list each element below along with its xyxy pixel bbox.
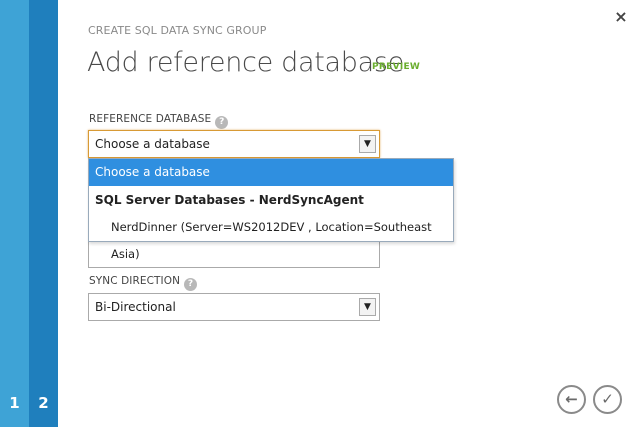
step-1-number[interactable]: 1 — [0, 394, 29, 412]
sync-direction-value: Bi-Directional — [95, 300, 176, 314]
back-arrow-icon[interactable]: ← — [557, 385, 586, 414]
help-icon[interactable]: ? — [215, 116, 229, 129]
wizard-title: CREATE SQL DATA SYNC GROUP — [88, 24, 267, 37]
dropdown-group-label: SQL Server Databases - NerdSyncAgent — [95, 193, 364, 207]
dropdown-option-nerddinner[interactable]: NerdDinner (Server=WS2012DEV , Location=… — [89, 214, 453, 261]
step-2-bar — [29, 0, 58, 427]
sync-direction-select[interactable]: Bi-Directional ▼ — [88, 293, 380, 321]
chevron-down-icon[interactable]: ▼ — [359, 298, 376, 316]
dropdown-option-placeholder[interactable]: Choose a database — [89, 159, 453, 186]
sync-direction-label: SYNC DIRECTION? — [89, 275, 198, 291]
help-icon[interactable]: ? — [184, 278, 198, 291]
sync-direction-label-text: SYNC DIRECTION — [89, 275, 181, 287]
checkmark-icon[interactable]: ✓ — [593, 385, 622, 414]
reference-database-select[interactable]: Choose a database ▼ — [88, 130, 380, 158]
reference-database-label-text: REFERENCE DATABASE — [89, 113, 212, 125]
reference-database-dropdown: Choose a database SQL Server Databases -… — [88, 158, 454, 261]
page-title: Add reference database — [87, 47, 404, 78]
close-icon[interactable]: × — [612, 8, 630, 26]
reference-database-label: REFERENCE DATABASE? — [89, 113, 229, 129]
chevron-down-icon[interactable]: ▼ — [359, 135, 376, 153]
step-1-bar — [0, 0, 29, 427]
step-rail: 1 2 — [0, 0, 58, 427]
reference-database-value: Choose a database — [95, 137, 210, 151]
step-2-number: 2 — [38, 394, 49, 412]
preview-badge: PREVIEW — [372, 62, 421, 72]
